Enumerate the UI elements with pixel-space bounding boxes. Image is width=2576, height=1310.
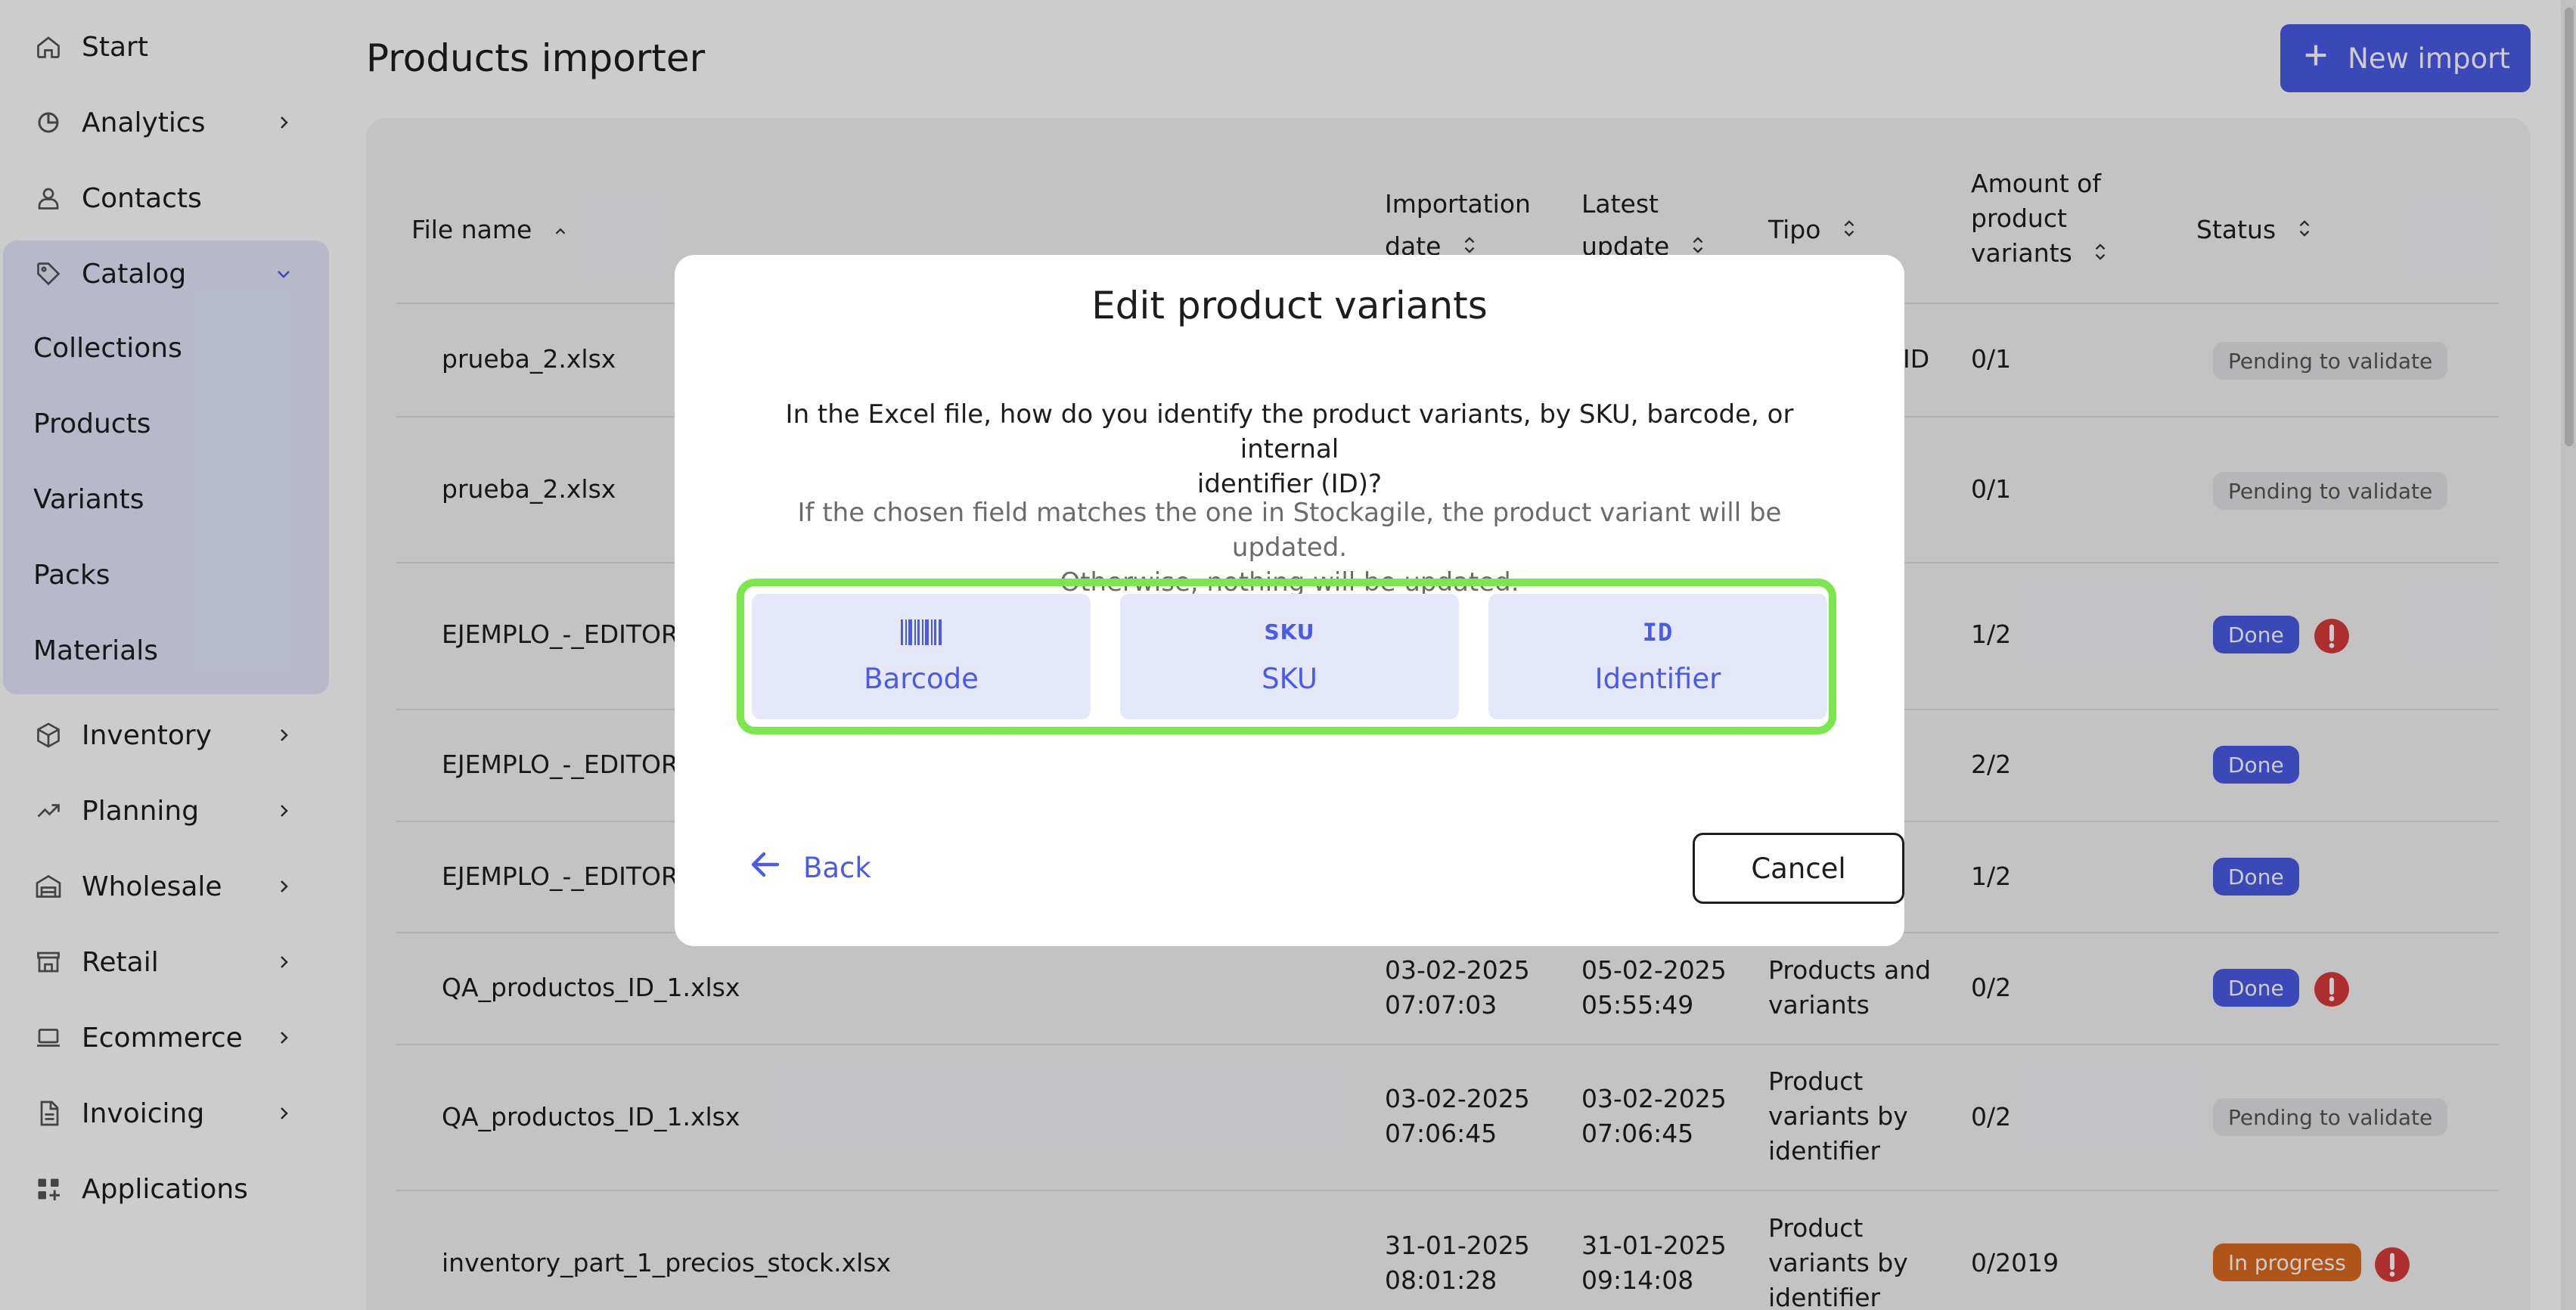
cancel-button[interactable]: Cancel: [1693, 833, 1904, 904]
back-button[interactable]: Back: [747, 846, 871, 889]
edit-variants-modal: Edit product variants In the Excel file,…: [675, 255, 1904, 946]
option-label: SKU: [1262, 662, 1317, 695]
sku-icon: SKU: [1264, 619, 1315, 644]
option-label: Barcode: [864, 662, 979, 695]
option-sku-button[interactable]: SKU SKU: [1120, 594, 1459, 719]
option-label: Identifier: [1594, 662, 1721, 695]
modal-question: In the Excel file, how do you identify t…: [750, 397, 1829, 501]
arrow-left-icon: [747, 846, 784, 889]
question-text: In the Excel file, how do you identify t…: [785, 399, 1794, 464]
id-icon: ID: [1642, 617, 1674, 647]
option-barcode-button[interactable]: Barcode: [752, 594, 1091, 719]
option-identifier-button[interactable]: ID Identifier: [1488, 594, 1827, 719]
barcode-icon: [901, 619, 942, 646]
modal-title: Edit product variants: [1091, 284, 1488, 328]
back-label: Back: [803, 851, 871, 884]
hint-text: If the chosen field matches the one in S…: [797, 498, 1782, 563]
